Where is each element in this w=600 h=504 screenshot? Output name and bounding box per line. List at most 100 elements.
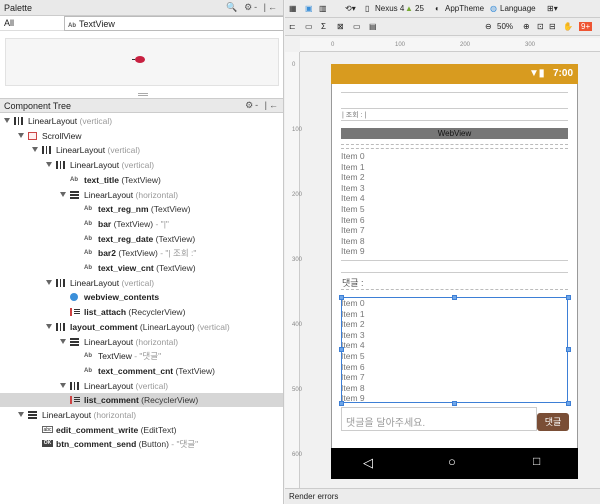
tree-row[interactable]: list_attach (RecyclerView) [0, 305, 283, 319]
tree-row[interactable]: LinearLayout (vertical) [0, 114, 283, 128]
meta-row-text: | 조회 : | [342, 112, 367, 119]
expand-icon[interactable] [18, 412, 24, 417]
sum-icon[interactable]: Σ [321, 22, 326, 31]
tree-row[interactable]: LinearLayout (horizontal) [0, 335, 283, 349]
align-icon[interactable]: ⊏ [289, 22, 296, 31]
layout-guide [341, 148, 568, 149]
expand-icon[interactable] [32, 147, 38, 153]
theme-selector[interactable]: AppTheme [445, 4, 484, 13]
tree-row-label: btn_comment_send (Button) - "댓글" [56, 439, 199, 450]
orientation-icon[interactable]: ⟲▾ [345, 4, 356, 13]
expand-icon[interactable] [46, 279, 52, 285]
tree-row[interactable]: Ab bar2 (TextView) - "| 조회 :" [0, 246, 283, 260]
home-icon[interactable]: ○ [448, 454, 456, 469]
palette-category-all[interactable]: All [4, 18, 14, 28]
resize-handle[interactable] [566, 295, 571, 300]
expand-icon[interactable] [4, 118, 10, 123]
expand-icon[interactable] [18, 132, 24, 138]
api-selector[interactable]: 25 [415, 4, 424, 13]
layout-guide [341, 92, 568, 93]
tree-row-label: LinearLayout (vertical) [84, 380, 169, 391]
v-tick: 500 [292, 387, 303, 393]
tree-row[interactable]: LinearLayout (vertical) [0, 143, 283, 157]
comment-count-label: 댓글 : [342, 278, 364, 288]
blueprint-view-icon[interactable]: ▥ [319, 4, 327, 13]
margin-icon[interactable]: ▭ [305, 22, 313, 31]
tree-row[interactable]: ScrollView [0, 129, 283, 143]
tree-row-label: text_reg_nm (TextView) [98, 204, 191, 215]
zoom-out-icon[interactable]: ⊖ [485, 22, 492, 31]
tree-row[interactable]: list_comment (RecyclerView) [0, 393, 283, 408]
resize-handle[interactable] [566, 347, 571, 352]
expand-icon[interactable] [46, 323, 52, 329]
distribute-icon[interactable]: ▭ [353, 22, 361, 31]
resize-handle[interactable] [566, 401, 571, 406]
tree-row-label: list_comment (RecyclerView) [84, 395, 199, 406]
tree-row[interactable]: Ab text_comment_cnt (TextView) [0, 364, 283, 378]
horizontal-ruler: 0 100 200 300 [300, 38, 600, 52]
tree-row[interactable]: Ab TextView - "댓글" [0, 349, 283, 363]
resize-handle[interactable] [452, 401, 457, 406]
tree-row-label: LinearLayout (vertical) [28, 116, 113, 126]
device-selector[interactable]: Nexus 4 [375, 4, 404, 13]
vertical-linear-layout-icon [70, 381, 79, 390]
v-tick: 600 [292, 452, 303, 458]
tree-row-label: LinearLayout (horizontal) [84, 336, 179, 347]
pan-hand-icon[interactable]: ✋ [563, 22, 573, 31]
horizontal-linear-layout-icon [28, 411, 37, 419]
tree-row[interactable]: LinearLayout (vertical) [0, 158, 283, 172]
expand-icon[interactable] [60, 191, 66, 197]
layers-icon[interactable]: ▦ [289, 4, 297, 13]
expand-icon[interactable] [46, 162, 52, 168]
toolbar-top: ▦ ▣ ▥ ⟲▾ ▯ Nexus 4 ▲ 25 ◐ AppTheme ◍ Lan… [285, 0, 600, 18]
text-view-icon: Ab [84, 220, 92, 227]
palette-tools[interactable]: 🔍 ⚙- |← [226, 2, 279, 13]
comment-send-button[interactable]: 댓글 [537, 413, 569, 431]
splitter-handle[interactable] [138, 93, 148, 96]
bug-icon [132, 56, 145, 63]
resize-handle[interactable] [339, 401, 344, 406]
zoom-actual-icon[interactable]: ⊟ [549, 22, 556, 31]
layout-variants-icon[interactable]: ⊞▾ [547, 4, 558, 13]
expand-icon[interactable] [60, 382, 66, 388]
tree-row[interactable]: abc edit_comment_write (EditText) [0, 423, 283, 437]
vertical-ruler: 0 100 200 300 400 500 600 [285, 52, 303, 488]
selection-box[interactable] [341, 297, 568, 403]
render-errors-bar[interactable]: Render errors [285, 488, 600, 504]
tree-row[interactable]: layout_comment (LinearLayout) (vertical) [0, 320, 283, 334]
tree-row[interactable]: LinearLayout (vertical) [0, 379, 283, 393]
webview-contents[interactable]: WebView [341, 128, 568, 139]
tree-row[interactable]: LinearLayout (horizontal) [0, 188, 283, 202]
tree-row[interactable]: Ab text_reg_nm (TextView) [0, 202, 283, 216]
expand-icon[interactable] [60, 338, 66, 344]
language-selector[interactable]: Language [500, 4, 536, 13]
resize-handle[interactable] [339, 347, 344, 352]
tree-row[interactable]: webview_contents [0, 290, 283, 304]
zoom-fit-icon[interactable]: ⊡ [537, 22, 544, 31]
v-tick: 100 [292, 127, 303, 133]
tree-row[interactable]: Ab text_view_cnt (TextView) [0, 261, 283, 275]
tree-row[interactable]: LinearLayout (vertical) [0, 276, 283, 290]
zoom-in-icon[interactable]: ⊕ [523, 22, 530, 31]
resize-handle[interactable] [452, 295, 457, 300]
comment-input[interactable]: 댓글을 달아주세요. [341, 407, 537, 431]
baseline-icon[interactable]: ▤ [369, 22, 377, 31]
back-icon[interactable]: ◁ [363, 455, 373, 471]
text-view-icon: Ab [84, 206, 92, 213]
component-tree-tools[interactable]: ⚙- |← [245, 100, 280, 111]
resize-handle[interactable] [339, 295, 344, 300]
tree-row[interactable]: OK btn_comment_send (Button) - "댓글" [0, 437, 283, 451]
design-view-icon[interactable]: ▣ [305, 4, 313, 13]
list-attach[interactable]: Item 0 Item 1 Item 2 Item 3 Item 4 Item 5 Item… [341, 151, 365, 257]
tree-row[interactable]: Ab text_reg_date (TextView) [0, 232, 283, 246]
tree-row[interactable]: LinearLayout (horizontal) [0, 408, 283, 422]
recents-icon[interactable]: □ [533, 454, 540, 468]
tree-row[interactable]: Ab bar (TextView) - "|" [0, 217, 283, 231]
warnings-badge-icon[interactable]: 9+ [579, 22, 593, 31]
tree-row[interactable]: Ab text_title (TextView) [0, 173, 283, 187]
palette-widget-textview[interactable]: Ab TextView [64, 16, 283, 31]
render-errors-label: Render errors [289, 492, 339, 501]
pack-icon[interactable]: ⊠ [337, 22, 344, 31]
vertical-linear-layout-icon [14, 117, 23, 125]
recycler-view-icon [70, 396, 80, 405]
